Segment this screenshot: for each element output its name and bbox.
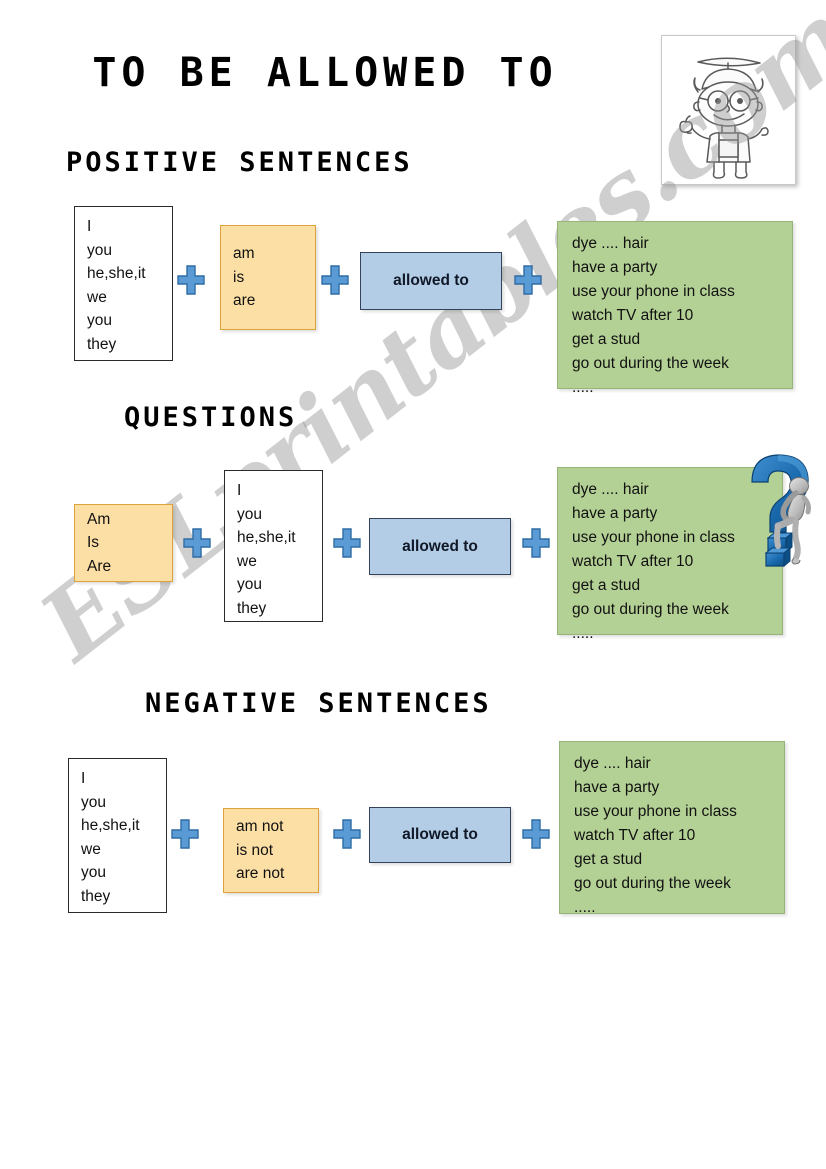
questions-pronouns-box: I you he,she,it we you they [224,470,323,622]
positive-aux-text: am is are [233,245,256,310]
negative-actions-box: dye .... hair have a party use your phon… [559,741,785,916]
questions-pronouns-text: I you he,she,it we you they [237,482,296,617]
positive-actions-text: dye .... hair have a party use your phon… [572,235,735,396]
positive-allowed-to-box: allowed to [360,252,502,310]
boy-with-propeller-hat-illustration [661,35,796,185]
plus-icon [170,818,200,850]
negative-pronouns-box: I you he,she,it we you they [68,758,167,913]
negative-aux-box: am not is not are not [223,808,319,893]
positive-aux-box: am is are [220,225,316,330]
positive-actions-box: dye .... hair have a party use your phon… [557,221,793,396]
plus-icon [176,264,206,296]
plus-icon [521,818,551,850]
negative-actions-text: dye .... hair have a party use your phon… [574,755,737,916]
heading-negative-sentences: NEGATIVE SENTENCES [145,688,492,719]
plus-icon [521,527,551,559]
heading-questions: QUESTIONS [124,402,298,433]
plus-icon [332,527,362,559]
negative-allowed-to-box: allowed to [369,807,511,863]
plus-icon [182,527,212,559]
positive-pronouns-box: I you he,she,it we you they [74,206,173,361]
negative-aux-text: am not is not are not [236,818,285,883]
negative-pronouns-text: I you he,she,it we you they [81,770,140,905]
plus-icon [320,264,350,296]
plus-icon [332,818,362,850]
questions-aux-box: Am Is Are [74,504,173,582]
questions-aux-text: Am Is Are [87,510,112,575]
questions-allowed-to-box: allowed to [369,518,511,575]
heading-positive-sentences: POSITIVE SENTENCES [66,147,413,178]
plus-icon [513,264,543,296]
page-title: TO BE ALLOWED TO [92,50,558,96]
positive-pronouns-text: I you he,she,it we you they [87,218,146,353]
question-mark-thinker-icon [744,452,822,568]
